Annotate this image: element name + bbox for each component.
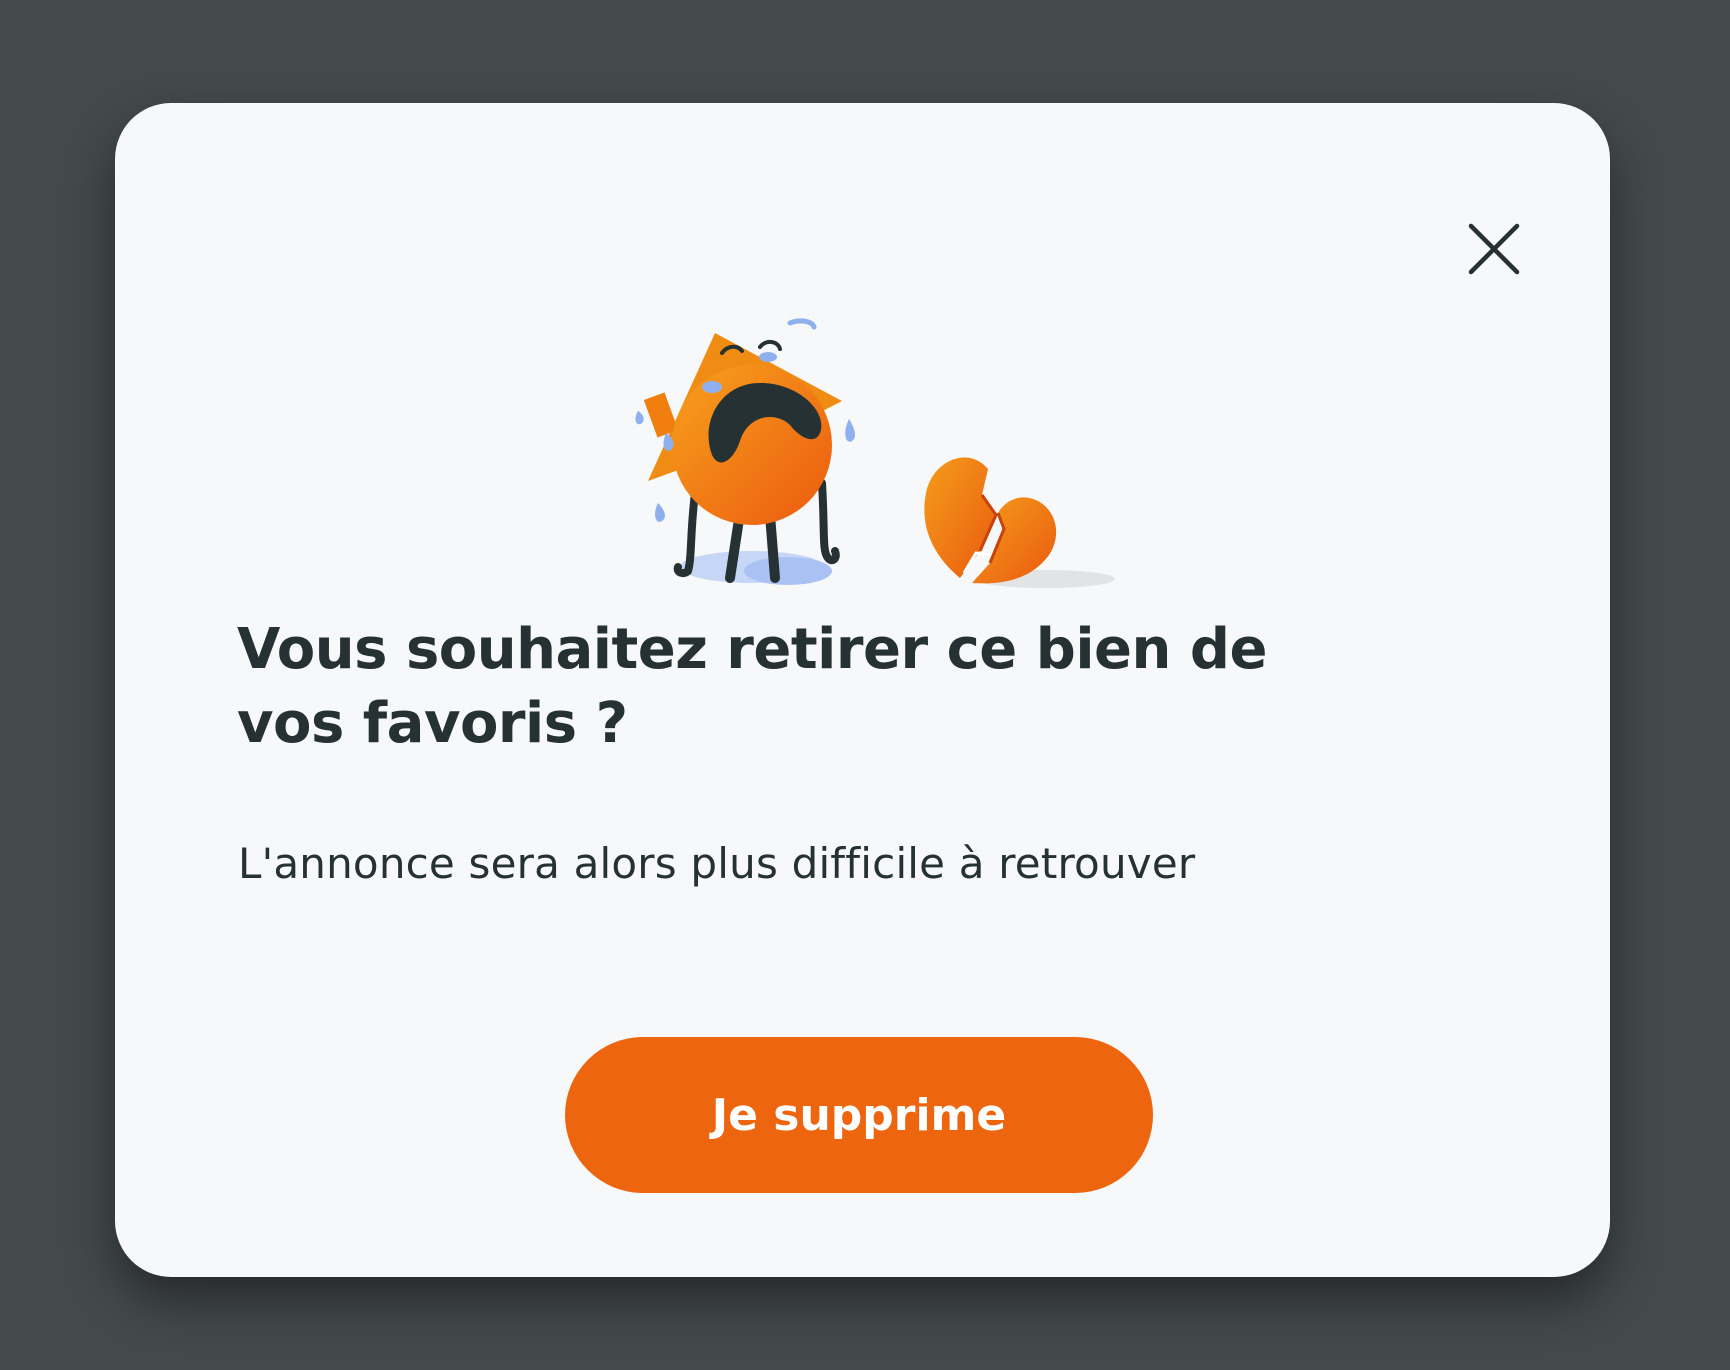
confirm-delete-button[interactable]: Je supprime	[565, 1037, 1153, 1193]
close-button[interactable]	[1451, 206, 1537, 292]
dialog-subtitle: L'annonce sera alors plus difficile à re…	[238, 839, 1196, 888]
close-icon	[1468, 223, 1520, 275]
remove-favorite-dialog: Vous souhaitez retirer ce bien de vos fa…	[115, 103, 1610, 1277]
crying-house-illustration	[635, 318, 1115, 588]
dialog-title: Vous souhaitez retirer ce bien de vos fa…	[237, 617, 1267, 756]
